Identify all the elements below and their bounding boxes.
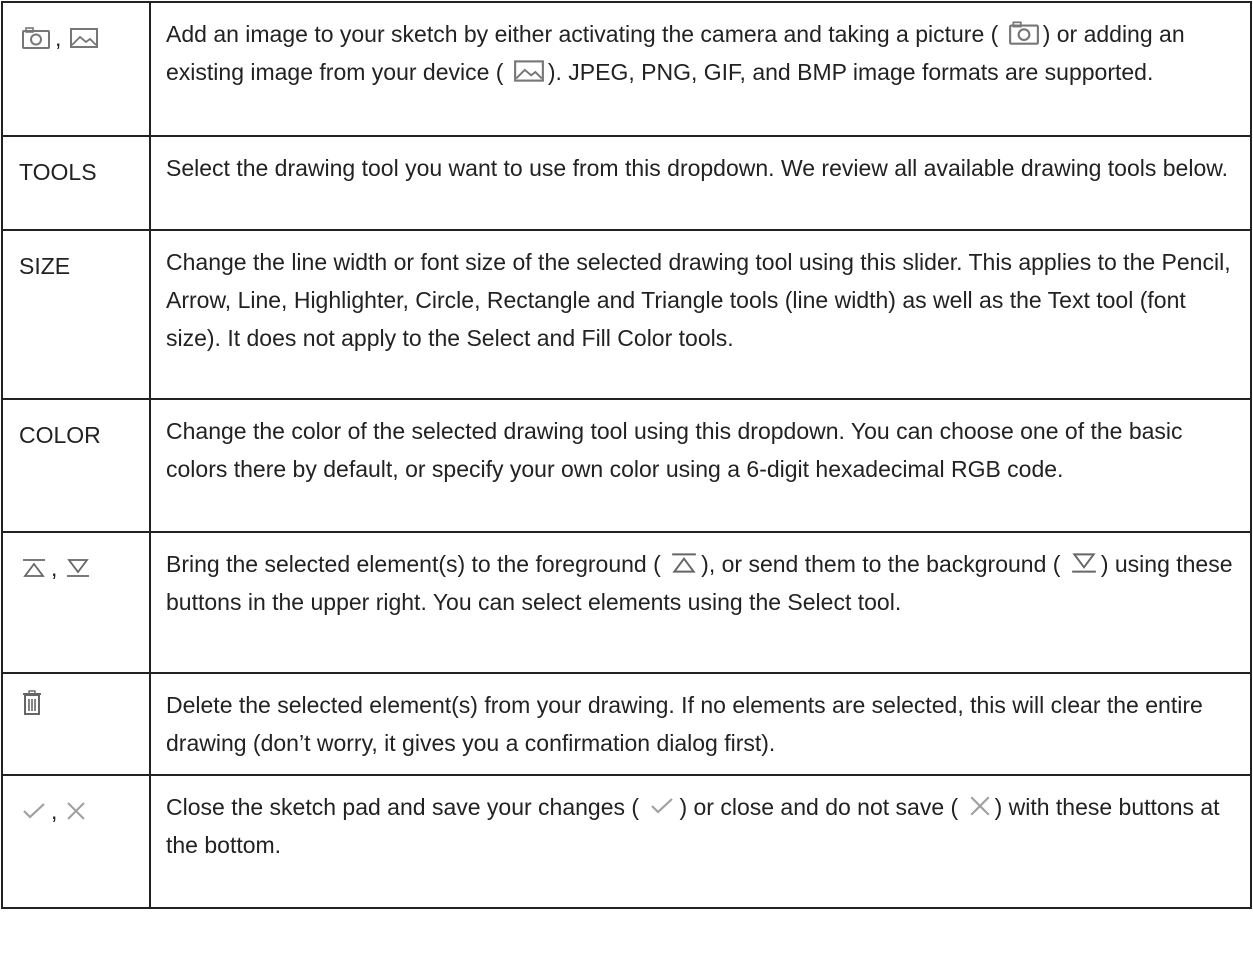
key-label: TOOLS xyxy=(19,159,97,185)
check-icon xyxy=(648,795,676,817)
description-part: Bring the selected element(s) to the for… xyxy=(166,551,661,577)
description-text: Close the sketch pad and save your chang… xyxy=(151,776,1250,876)
description-cell: Close the sketch pad and save your chang… xyxy=(149,774,1252,909)
key-separator: , xyxy=(51,555,58,581)
key-cell: COLOR xyxy=(1,398,151,533)
check-icon xyxy=(21,800,47,822)
description-part: Add an image to your sketch by either ac… xyxy=(166,21,999,47)
camera-icon xyxy=(21,26,51,50)
table-row: , Bring the selected element(s) to the f… xyxy=(1,531,1252,674)
key-icons xyxy=(3,674,149,716)
description-text: Change the color of the selected drawing… xyxy=(166,418,1183,482)
bring-to-front-icon xyxy=(21,557,47,579)
key-cell: , xyxy=(1,1,151,137)
trash-icon xyxy=(21,690,43,716)
key-separator: , xyxy=(51,798,58,824)
key-icons: , xyxy=(3,533,149,587)
close-icon xyxy=(65,800,87,822)
key-icons: , xyxy=(3,3,149,57)
key-cell: , xyxy=(1,531,151,674)
key-cell xyxy=(1,672,151,776)
key-label: COLOR xyxy=(19,422,101,448)
description-part: ) or close and do not save ( xyxy=(679,794,959,820)
description-text: Delete the selected element(s) from your… xyxy=(166,692,1203,756)
table-row: TOOLS Select the drawing tool you want t… xyxy=(1,135,1252,231)
key-cell: , xyxy=(1,774,151,909)
key-label: SIZE xyxy=(19,253,71,279)
table-row: , Close the sketch pad and save your cha… xyxy=(1,774,1252,909)
description-text: Select the drawing tool you want to use … xyxy=(166,155,1228,181)
description-cell: Change the line width or font size of th… xyxy=(149,229,1252,400)
close-icon xyxy=(968,794,992,818)
description-part: ). JPEG, PNG, GIF, and BMP image formats… xyxy=(547,59,1154,85)
table-row: Delete the selected element(s) from your… xyxy=(1,672,1252,776)
key-icons: , xyxy=(3,776,149,830)
description-text: Change the line width or font size of th… xyxy=(166,249,1231,351)
send-to-back-icon xyxy=(1070,551,1098,575)
table-row: SIZE Change the line width or font size … xyxy=(1,229,1252,400)
description-part: ), or send them to the background ( xyxy=(701,551,1061,577)
image-icon xyxy=(69,26,99,50)
key-separator: , xyxy=(55,25,62,51)
table-row: , Add an image to your sketch by either … xyxy=(1,1,1252,137)
description-cell: Change the color of the selected drawing… xyxy=(149,398,1252,533)
bring-to-front-icon xyxy=(670,551,698,575)
description-cell: Select the drawing tool you want to use … xyxy=(149,135,1252,231)
camera-icon xyxy=(1008,20,1040,46)
description-cell: Add an image to your sketch by either ac… xyxy=(149,1,1252,137)
key-cell: TOOLS xyxy=(1,135,151,231)
image-icon xyxy=(513,58,545,84)
key-cell: SIZE xyxy=(1,229,151,400)
table-row: COLOR Change the color of the selected d… xyxy=(1,398,1252,533)
send-to-back-icon xyxy=(65,557,91,579)
feature-table: , Add an image to your sketch by either … xyxy=(1,1,1252,909)
description-part: Close the sketch pad and save your chang… xyxy=(166,794,640,820)
description-cell: Bring the selected element(s) to the for… xyxy=(149,531,1252,674)
description-text: Bring the selected element(s) to the for… xyxy=(151,533,1250,633)
description-text: Add an image to your sketch by either ac… xyxy=(151,3,1250,103)
description-cell: Delete the selected element(s) from your… xyxy=(149,672,1252,776)
